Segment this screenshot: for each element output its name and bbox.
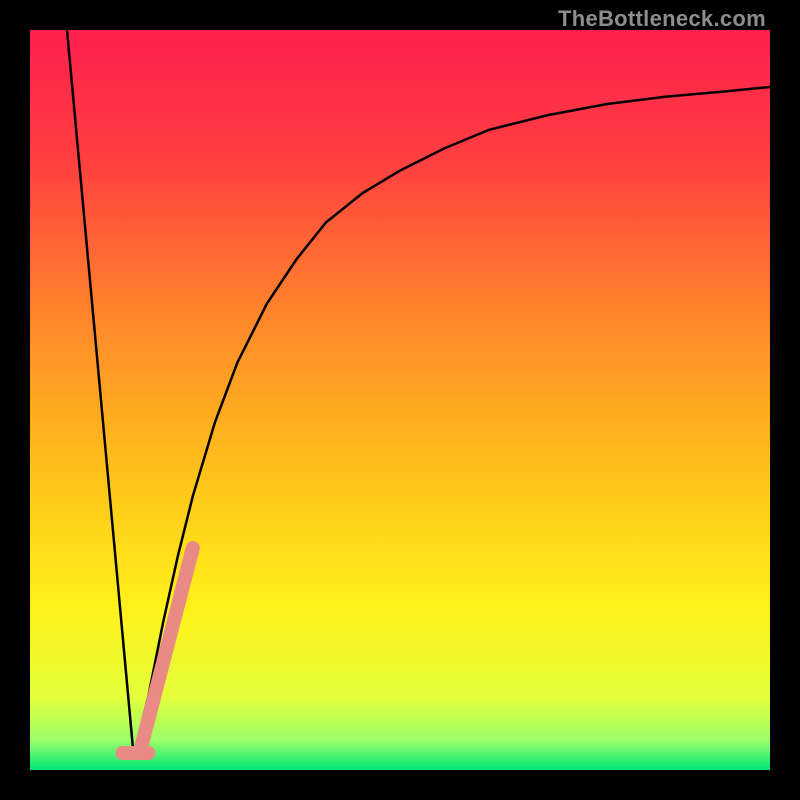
watermark-text: TheBottleneck.com (558, 6, 766, 32)
series-left-descent (67, 30, 134, 755)
series-right-curve (134, 87, 770, 755)
series-highlight-segment (141, 548, 193, 748)
chart-frame: TheBottleneck.com (0, 0, 800, 800)
plot-area (30, 30, 770, 770)
curve-layer (30, 30, 770, 770)
